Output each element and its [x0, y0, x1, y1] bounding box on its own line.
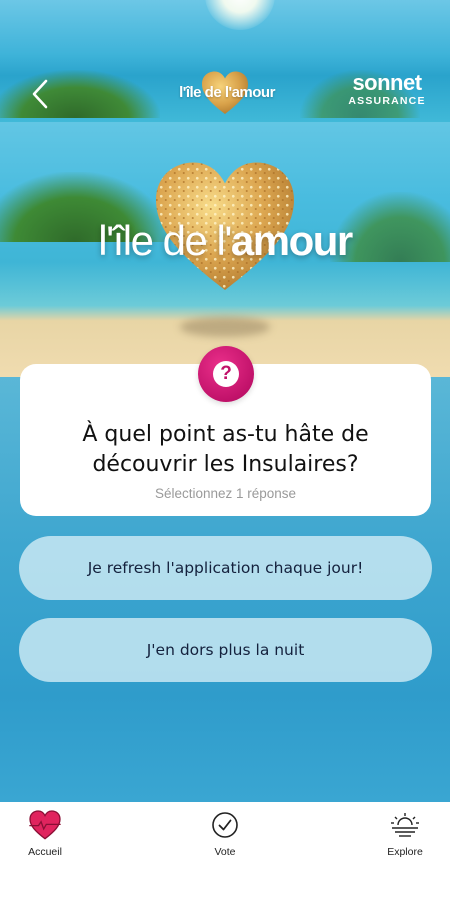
hero-title-prefix: l'île de l' [98, 217, 232, 264]
question-hint: Sélectionnez 1 réponse [154, 486, 297, 501]
app-header: l'île de l'amour sonnet ASSURANCE [0, 0, 450, 122]
heart-icon [29, 810, 61, 840]
answer-option-2[interactable]: J'en dors plus la nuit [19, 618, 432, 682]
bottom-nav: Accueil Vote Explore [0, 802, 450, 900]
sun-glow [205, 0, 275, 30]
question-text: À quel point as-tu hâte de découvrir les… [82, 422, 369, 477]
sponsor-subtitle: ASSURANCE [348, 95, 426, 107]
sunset-icon [391, 813, 419, 837]
heart-shadow [180, 317, 270, 337]
nav-label-explore: Explore [387, 846, 423, 858]
nav-item-explore[interactable]: Explore [360, 808, 450, 858]
hero-title-bold: amour [230, 217, 353, 264]
hero-title: l'île de l'amour [0, 217, 450, 265]
question-mark-glyph: ? [213, 361, 239, 387]
nav-item-accueil[interactable]: Accueil [0, 808, 90, 858]
chevron-left-icon [32, 79, 48, 109]
nav-item-vote[interactable]: Vote [180, 808, 270, 858]
nav-label-vote: Vote [214, 846, 236, 858]
back-button[interactable] [22, 76, 58, 112]
show-logo: l'île de l'amour [172, 70, 282, 116]
check-circle-icon [212, 812, 238, 838]
nav-label-accueil: Accueil [28, 846, 62, 858]
logo-text: l'île de l'amour [179, 84, 275, 101]
hero-banner: l'île de l'amour [0, 122, 450, 377]
question-mark-icon: ? [198, 346, 254, 402]
answer-option-1[interactable]: Je refresh l'application chaque jour! [19, 536, 432, 600]
sponsor-logo: sonnet ASSURANCE [342, 72, 432, 108]
sponsor-name: sonnet [352, 70, 422, 95]
